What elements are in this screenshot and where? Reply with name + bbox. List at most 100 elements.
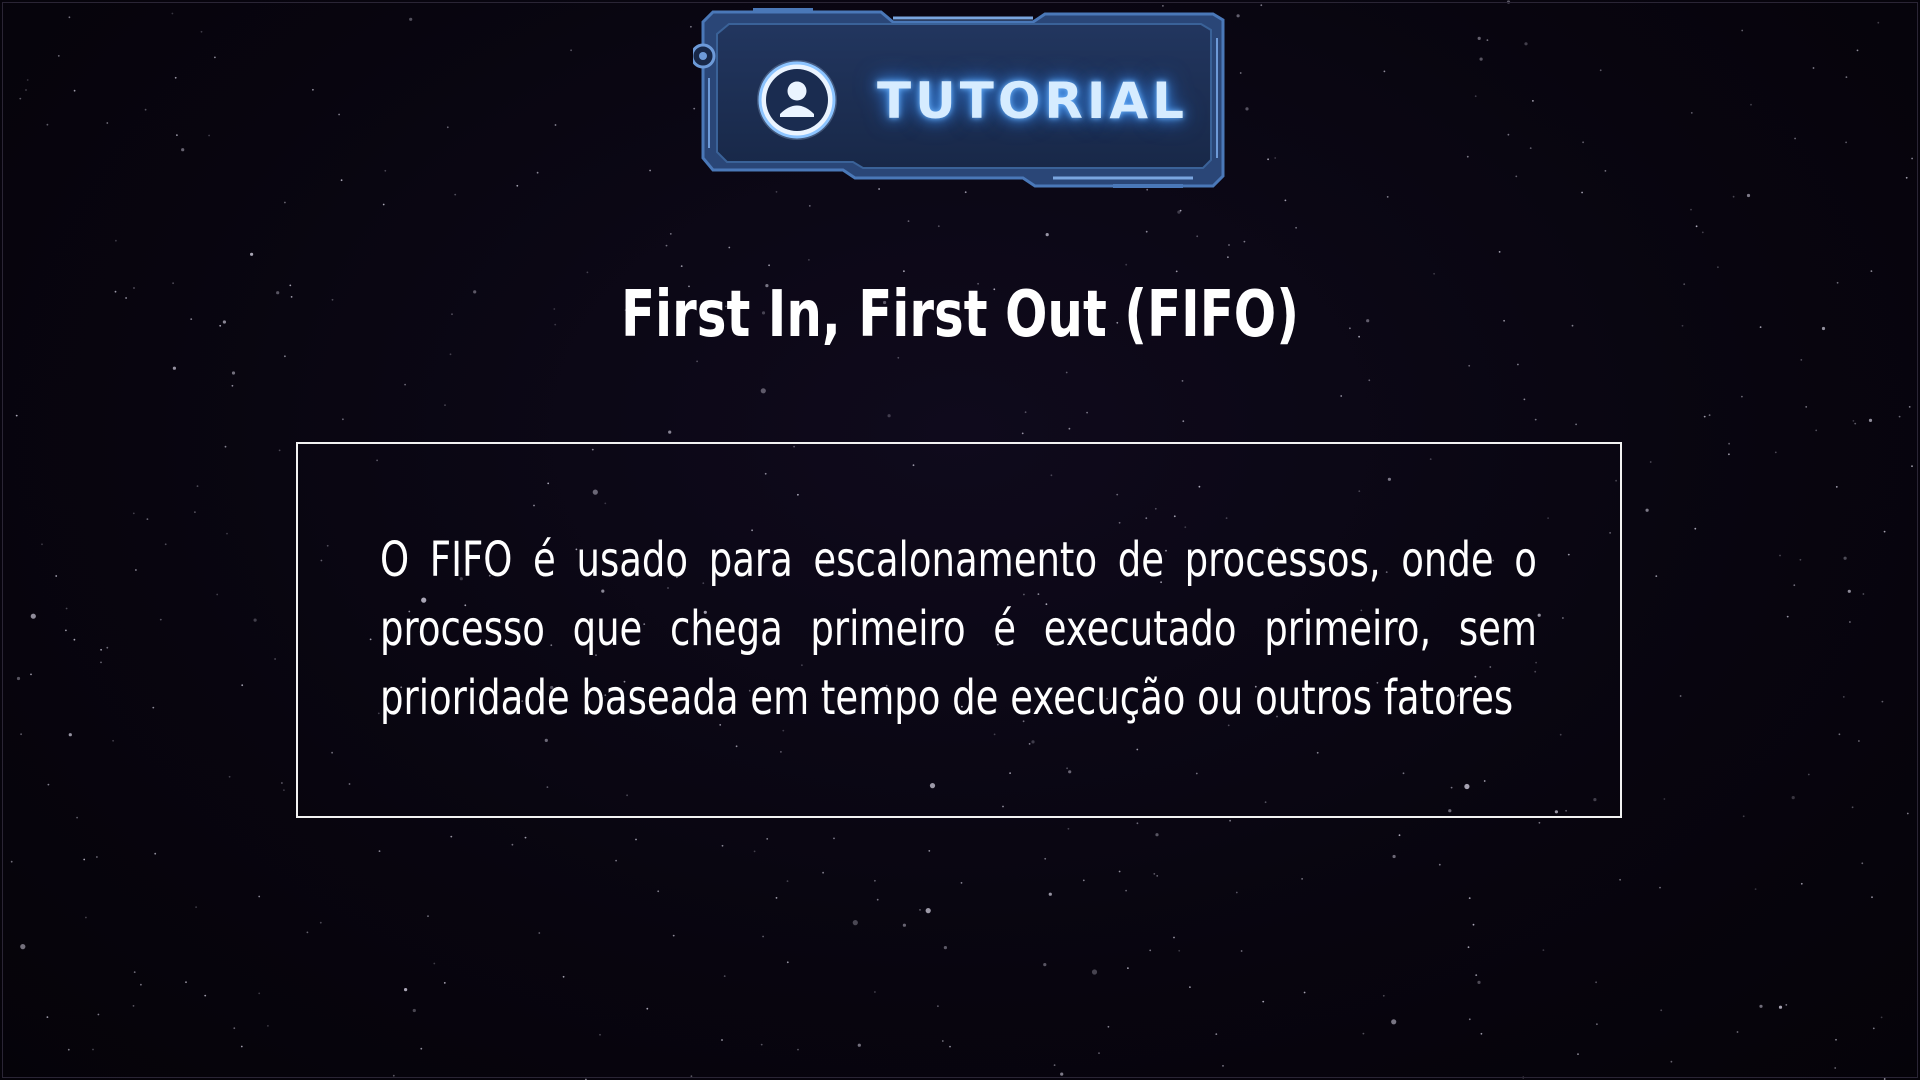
star — [65, 607, 68, 610]
star — [766, 838, 769, 840]
star — [47, 783, 50, 786]
description-wrapper: O FIFO é usado para escalonamento de pro… — [380, 526, 1537, 746]
star — [1383, 70, 1386, 73]
star — [1812, 67, 1815, 69]
star — [1670, 1060, 1673, 1063]
star — [536, 171, 539, 174]
star — [1065, 371, 1068, 374]
star — [1125, 263, 1128, 266]
star — [1577, 1053, 1579, 1055]
star — [106, 646, 109, 649]
star — [1582, 141, 1584, 144]
star — [409, 17, 413, 21]
star — [10, 860, 13, 863]
star — [1708, 414, 1711, 416]
star — [1736, 1031, 1739, 1033]
star — [1362, 1032, 1365, 1035]
star — [1068, 427, 1071, 430]
star — [1466, 155, 1469, 158]
star — [382, 203, 385, 206]
star — [762, 935, 764, 938]
star — [1267, 158, 1269, 161]
star — [1386, 196, 1389, 198]
star — [68, 16, 71, 19]
star — [1053, 1064, 1056, 1066]
star — [1467, 946, 1470, 949]
star — [1728, 453, 1730, 456]
star — [937, 1005, 939, 1007]
star — [516, 184, 519, 187]
star — [450, 835, 453, 838]
star — [1044, 857, 1047, 860]
star — [1821, 326, 1826, 331]
star — [281, 782, 283, 784]
star — [1575, 423, 1577, 426]
star — [1498, 251, 1501, 253]
star — [1741, 29, 1744, 32]
star — [1215, 1033, 1218, 1035]
star — [133, 287, 135, 289]
star — [1136, 822, 1139, 825]
star — [67, 1048, 70, 1051]
user-avatar-icon — [757, 60, 837, 140]
star — [1468, 364, 1471, 367]
star — [258, 895, 261, 898]
star — [1785, 1004, 1788, 1006]
star — [1854, 422, 1857, 425]
star — [1149, 949, 1152, 952]
star — [1262, 1000, 1265, 1003]
star — [176, 134, 178, 137]
star — [728, 246, 731, 249]
star — [443, 982, 446, 984]
star — [964, 191, 967, 194]
star — [857, 1043, 861, 1047]
star — [1227, 256, 1229, 259]
star — [15, 414, 18, 417]
star — [786, 880, 789, 882]
star — [1645, 508, 1649, 512]
star — [1146, 188, 1149, 191]
star — [1235, 891, 1238, 894]
star — [200, 30, 203, 33]
star — [1870, 270, 1873, 272]
star — [1799, 558, 1802, 561]
star — [312, 88, 314, 91]
star — [1660, 1009, 1663, 1012]
star — [1871, 896, 1873, 899]
star — [1382, 994, 1385, 997]
star — [378, 850, 381, 852]
star — [224, 445, 227, 448]
star — [1506, 0, 1511, 4]
tutorial-label: TUTORIAL — [877, 72, 1188, 130]
star — [1649, 461, 1652, 463]
star — [1156, 875, 1159, 877]
star — [1301, 878, 1303, 880]
star — [195, 906, 198, 908]
star — [721, 844, 724, 847]
star — [1534, 418, 1537, 421]
star — [928, 850, 931, 852]
star — [1858, 740, 1860, 742]
star — [562, 975, 565, 978]
star — [1153, 873, 1156, 875]
star — [30, 673, 32, 676]
star — [30, 613, 36, 619]
star — [1581, 191, 1583, 194]
star — [1849, 621, 1851, 623]
star — [392, 1074, 395, 1077]
star — [1045, 233, 1049, 237]
star — [1898, 415, 1901, 418]
tutorial-screen: TUTORIAL First In, First Out (FIFO) O FI… — [0, 0, 1920, 1080]
star — [190, 318, 193, 320]
star — [133, 971, 136, 973]
star — [786, 961, 789, 964]
star — [1861, 862, 1864, 865]
star — [1538, 821, 1541, 824]
star — [1477, 36, 1481, 41]
star — [1754, 888, 1757, 890]
star — [1542, 949, 1545, 951]
star — [1173, 936, 1175, 939]
star — [1522, 1076, 1525, 1079]
star — [1043, 963, 1047, 967]
star — [1196, 235, 1199, 238]
